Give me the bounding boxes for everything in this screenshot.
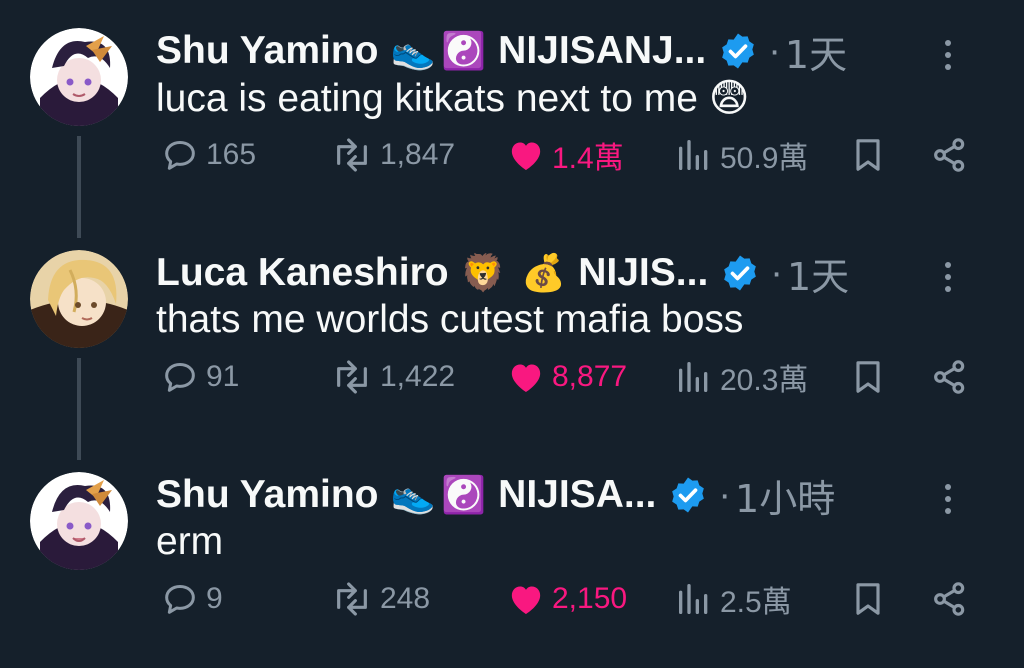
retweet-count: 1,422: [380, 360, 456, 393]
more-vertical-icon[interactable]: [942, 36, 954, 72]
yin-yang-emoji: ☯️: [441, 474, 487, 515]
sneaker-emoji: 👟: [390, 474, 436, 515]
tweet-text: erm: [156, 520, 224, 563]
like-count: 1.4萬: [552, 142, 624, 175]
like-count: 2,150: [552, 582, 628, 615]
separator-dot: ·: [718, 473, 732, 516]
like-button[interactable]: 1.4萬: [506, 130, 624, 180]
avatar[interactable]: [30, 28, 128, 126]
timestamp[interactable]: 1天: [785, 24, 847, 79]
speech-bubble-icon: [165, 141, 195, 170]
bookmark-icon: [856, 139, 880, 171]
reply-button[interactable]: 91: [160, 352, 239, 402]
retweet-count: 1,847: [380, 138, 456, 171]
share-button[interactable]: [930, 574, 970, 624]
bookmark-button[interactable]: [848, 352, 888, 402]
bookmark-button[interactable]: [848, 574, 888, 624]
avatar[interactable]: [30, 472, 128, 570]
tweet-text: thats me worlds cutest mafia boss: [156, 298, 744, 341]
speech-bubble-icon: [165, 585, 195, 614]
bookmark-icon: [856, 583, 880, 615]
share-button[interactable]: [930, 352, 970, 402]
bar-chart-icon: [679, 584, 708, 614]
views-count: 2.5萬: [720, 586, 792, 619]
action-bar: 9 248 2,150 2.5萬: [156, 574, 984, 624]
action-bar: 91 1,422 8,877 20.3萬: [156, 352, 984, 402]
avatar-image: [30, 472, 128, 570]
more-vertical-icon[interactable]: [942, 480, 954, 516]
tweet-header: Shu Yamino 👟 ☯️ NIJISANJ... · 1天: [156, 24, 994, 79]
retweet-button[interactable]: 1,847: [330, 130, 455, 180]
retweet-button[interactable]: 1,422: [330, 352, 455, 402]
author-handle[interactable]: NIJISANJ...: [498, 29, 706, 73]
reply-button[interactable]: 165: [160, 130, 256, 180]
views-button[interactable]: 50.9萬: [674, 130, 808, 180]
heart-filled-icon: [511, 364, 541, 392]
share-icon: [934, 360, 965, 394]
tweet[interactable]: Luca Kaneshiro 🦁 💰 NIJIS... · 1天 thats m…: [0, 222, 1024, 444]
separator-dot: ·: [770, 251, 783, 294]
tweet-text: luca is eating kitkats next to me 😨: [156, 77, 750, 120]
author-handle[interactable]: NIJISA...: [498, 473, 656, 517]
retweet-icon: [337, 138, 367, 172]
author-name[interactable]: Luca Kaneshiro: [156, 251, 449, 295]
heart-filled-icon: [511, 586, 541, 614]
tweet[interactable]: Shu Yamino 👟 ☯️ NIJISA... · 1小時 erm 9 24…: [0, 444, 1024, 666]
action-bar: 165 1,847 1.4萬 50.9萬: [156, 130, 984, 180]
retweet-count: 248: [380, 582, 431, 615]
lion-emoji: 🦁: [460, 252, 506, 293]
money-bag-emoji: 💰: [521, 252, 567, 293]
timestamp[interactable]: 1天: [787, 246, 849, 301]
avatar-image: [30, 28, 128, 126]
avatar[interactable]: [30, 250, 128, 348]
author-handle[interactable]: NIJIS...: [578, 251, 708, 295]
speech-bubble-icon: [165, 363, 195, 392]
tweet-header: Shu Yamino 👟 ☯️ NIJISA... · 1小時: [156, 468, 994, 523]
verified-badge-icon: [722, 33, 755, 69]
reply-button[interactable]: 9: [160, 574, 223, 624]
tweet[interactable]: Shu Yamino 👟 ☯️ NIJISANJ... · 1天 luca is…: [0, 0, 1024, 222]
retweet-button[interactable]: 248: [330, 574, 430, 624]
tweet-header: Luca Kaneshiro 🦁 💰 NIJIS... · 1天: [156, 246, 994, 301]
views-count: 20.3萬: [720, 364, 809, 397]
share-icon: [934, 138, 965, 172]
bar-chart-icon: [679, 140, 708, 170]
like-button[interactable]: 2,150: [506, 574, 627, 624]
avatar-image: [30, 250, 128, 348]
yin-yang-emoji: ☯️: [441, 30, 487, 71]
bar-chart-icon: [679, 362, 708, 392]
bookmark-button[interactable]: [848, 130, 888, 180]
sneaker-emoji: 👟: [390, 30, 436, 71]
views-button[interactable]: 20.3萬: [674, 352, 808, 402]
more-vertical-icon[interactable]: [942, 258, 954, 294]
like-count: 8,877: [552, 360, 628, 393]
share-button[interactable]: [930, 130, 970, 180]
heart-filled-icon: [511, 142, 541, 170]
bookmark-icon: [856, 361, 880, 393]
share-icon: [934, 582, 965, 616]
retweet-icon: [337, 360, 367, 394]
verified-badge-icon: [724, 255, 757, 291]
views-count: 50.9萬: [720, 142, 809, 175]
verified-badge-icon: [672, 477, 705, 513]
reply-count: 9: [206, 582, 223, 615]
retweet-icon: [337, 582, 367, 616]
like-button[interactable]: 8,877: [506, 352, 627, 402]
reply-count: 91: [206, 360, 240, 393]
views-button[interactable]: 2.5萬: [674, 574, 792, 624]
author-name[interactable]: Shu Yamino: [156, 29, 379, 73]
reply-count: 165: [206, 138, 257, 171]
author-name[interactable]: Shu Yamino: [156, 473, 379, 517]
timestamp[interactable]: 1小時: [735, 468, 835, 523]
separator-dot: ·: [768, 29, 781, 72]
